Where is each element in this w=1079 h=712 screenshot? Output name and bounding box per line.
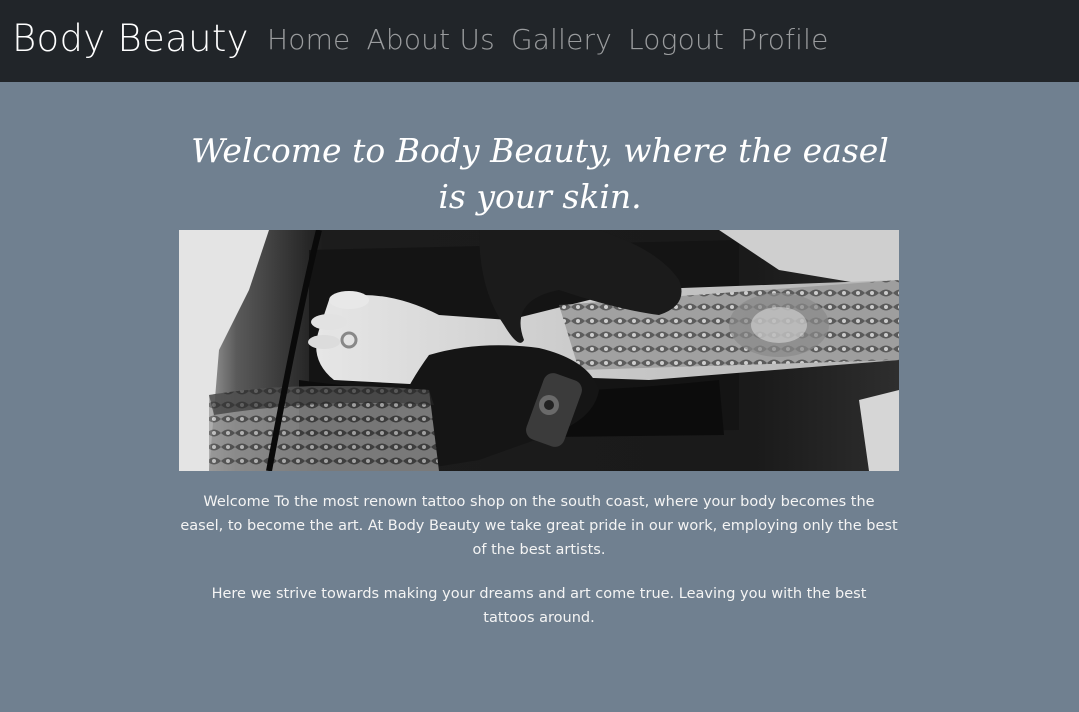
nav-links: Home About Us Gallery Logout Profile — [267, 20, 829, 60]
intro-paragraph: Welcome To the most renown tattoo shop o… — [180, 494, 898, 558]
nav-link-about-us[interactable]: About Us — [367, 23, 495, 56]
mission-paragraph: Here we strive towards making your dream… — [211, 586, 867, 626]
page-heading: Welcome to Body Beauty, where the easel … — [191, 131, 889, 216]
navbar: Body Beauty Home About Us Gallery Logout… — [0, 0, 1079, 82]
nav-link-profile[interactable]: Profile — [740, 23, 828, 56]
brand-link[interactable]: Body Beauty — [12, 16, 249, 62]
nav-link-home[interactable]: Home — [267, 23, 351, 56]
nav-link-logout[interactable]: Logout — [628, 23, 724, 56]
nav-link-gallery[interactable]: Gallery — [511, 23, 612, 56]
hero-image — [179, 230, 899, 471]
